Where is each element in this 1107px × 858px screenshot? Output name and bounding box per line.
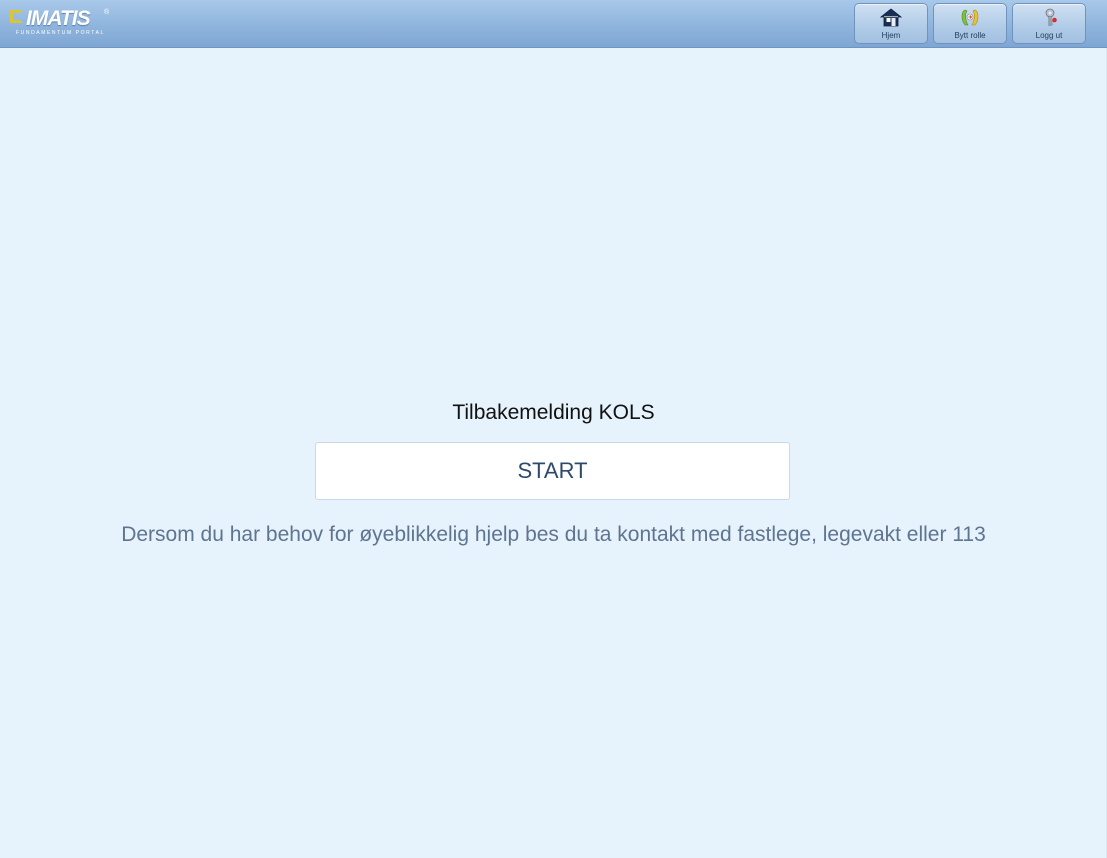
page: IMATIS ® FUNDAMENTUM PORTAL Hjem Bytt ro… xyxy=(0,0,1107,858)
logo-subtitle: FUNDAMENTUM PORTAL xyxy=(16,30,105,36)
logout-button[interactable]: Logg ut xyxy=(1012,3,1086,44)
home-button[interactable]: Hjem xyxy=(854,3,928,44)
page-title: Tilbakemelding KOLS xyxy=(452,401,655,424)
home-button-label: Hjem xyxy=(881,31,901,40)
switch-role-button-label: Bytt rolle xyxy=(954,31,986,40)
home-icon xyxy=(879,8,903,28)
logo-mark-icon xyxy=(10,10,23,23)
imatis-logo: IMATIS ® FUNDAMENTUM PORTAL xyxy=(10,7,120,41)
switch-role-icon xyxy=(959,8,981,28)
emergency-notice: Dersom du har behov for øyeblikkelig hje… xyxy=(121,523,986,546)
top-bar: IMATIS ® FUNDAMENTUM PORTAL Hjem Bytt ro… xyxy=(0,0,1107,48)
switch-role-button[interactable]: Bytt rolle xyxy=(933,3,1007,44)
logo-registered-mark: ® xyxy=(104,9,110,16)
start-button[interactable]: START xyxy=(315,442,790,500)
logout-key-icon xyxy=(1038,8,1060,28)
logout-button-label: Logg ut xyxy=(1035,31,1063,40)
logo-text: IMATIS xyxy=(26,7,91,30)
